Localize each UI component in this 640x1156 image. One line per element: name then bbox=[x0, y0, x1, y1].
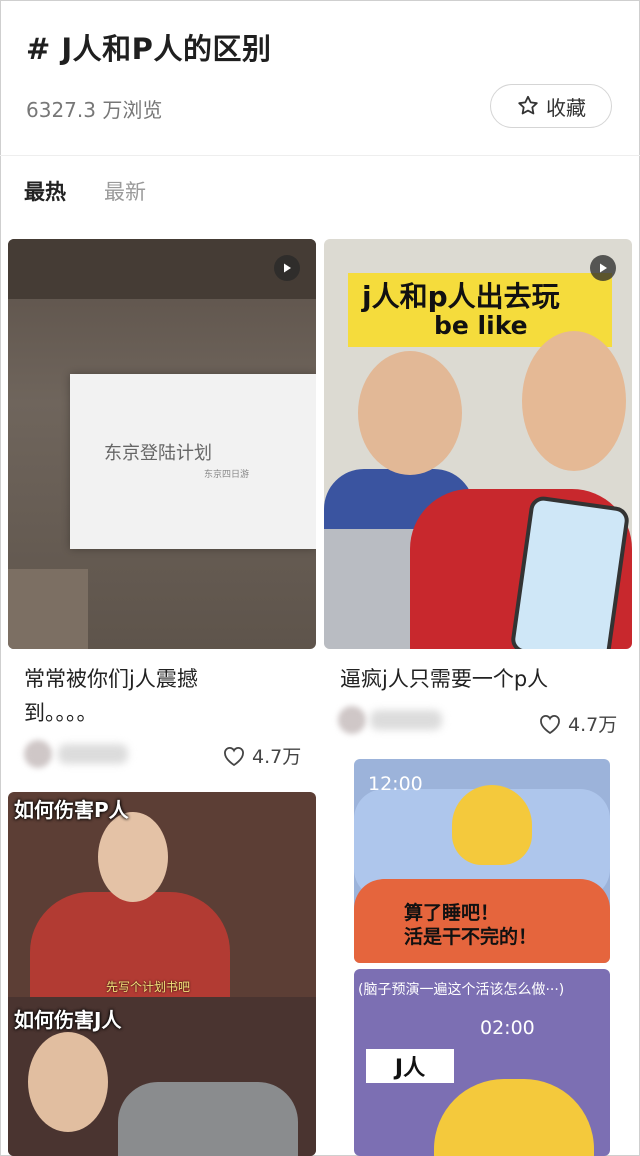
like-button-1[interactable]: 4.7万 bbox=[222, 742, 301, 769]
drama-subtitle: 先写个计划书吧 bbox=[106, 980, 191, 994]
post-thumbnail-3[interactable]: 如何伤害P人 先写个计划书吧 如何伤害J人 bbox=[8, 792, 316, 1156]
heart-icon bbox=[224, 746, 244, 766]
speech-line1: 算了睡吧！ bbox=[404, 902, 500, 924]
post-thumbnail-2[interactable]: j人和p人出去玩 be like bbox=[324, 239, 632, 649]
play-icon bbox=[590, 255, 616, 281]
post-thumbnail-1[interactable]: 东京登陆计划 东京四日游 bbox=[8, 239, 316, 649]
phone bbox=[509, 494, 631, 649]
favorite-button[interactable]: 收藏 bbox=[490, 84, 612, 128]
j-person-tag: J人 bbox=[366, 1049, 454, 1083]
cartoon-head bbox=[434, 1079, 594, 1156]
tab-hottest[interactable]: 最热 bbox=[24, 176, 66, 206]
clock-time: 12:00 bbox=[368, 773, 423, 795]
play-icon bbox=[274, 255, 300, 281]
side-table bbox=[8, 569, 88, 649]
avatar[interactable] bbox=[338, 706, 366, 734]
drama-figure-2 bbox=[118, 1082, 298, 1156]
ceiling bbox=[8, 239, 316, 299]
caption-bottom: 如何伤害J人 bbox=[14, 1008, 122, 1032]
topic-title: # J人和P人的区别 bbox=[26, 32, 272, 66]
speech-line2: 活是干不完的！ bbox=[404, 926, 538, 948]
panel-caption: (脑子预演一遍这个活该怎么做···) bbox=[358, 982, 565, 998]
tab-latest[interactable]: 最新 bbox=[104, 176, 146, 206]
post-title-1-line2: 到。。。。 bbox=[24, 701, 98, 725]
avatar[interactable] bbox=[24, 740, 52, 768]
like-count: 4.7万 bbox=[568, 714, 618, 736]
post-title-1-line1: 常常被你们j人震撼 bbox=[24, 667, 198, 691]
like-count: 4.7万 bbox=[252, 746, 302, 768]
speech-text: 算了睡吧！ 活是干不完的！ bbox=[404, 901, 537, 949]
author-name[interactable] bbox=[58, 744, 128, 764]
like-button-2[interactable]: 4.7万 bbox=[538, 710, 617, 737]
post-title-1[interactable]: 常常被你们j人震撼 到。。。。 bbox=[24, 662, 304, 730]
clock-time: 02:00 bbox=[480, 1017, 535, 1039]
view-count: 6327.3 万浏览 bbox=[26, 98, 163, 122]
favorite-label: 收藏 bbox=[546, 95, 586, 120]
post-title-2[interactable]: 逼疯j人只需要一个p人 bbox=[340, 662, 620, 696]
post-thumbnail-4-panel-2[interactable]: (脑子预演一遍这个活该怎么做···) 02:00 J人 bbox=[354, 969, 610, 1156]
post-thumbnail-4[interactable]: 12:00 算了睡吧！ 活是干不完的！ bbox=[354, 759, 610, 963]
caption-top: 如何伤害P人 bbox=[14, 798, 129, 822]
person-right-face bbox=[522, 331, 626, 471]
cartoon-head bbox=[452, 785, 532, 865]
author-name[interactable] bbox=[370, 710, 442, 730]
person-left-face bbox=[358, 351, 462, 475]
header-divider bbox=[0, 155, 640, 156]
banner-line2: be like bbox=[434, 311, 528, 340]
screen-subtitle: 东京四日游 bbox=[204, 470, 250, 480]
banner-line1: j人和p人出去玩 bbox=[362, 280, 560, 313]
screen-title: 东京登陆计划 bbox=[104, 443, 212, 464]
drama-face bbox=[98, 812, 168, 902]
star-icon bbox=[518, 95, 538, 115]
heart-icon bbox=[540, 714, 560, 734]
drama-face-2 bbox=[28, 1032, 108, 1132]
